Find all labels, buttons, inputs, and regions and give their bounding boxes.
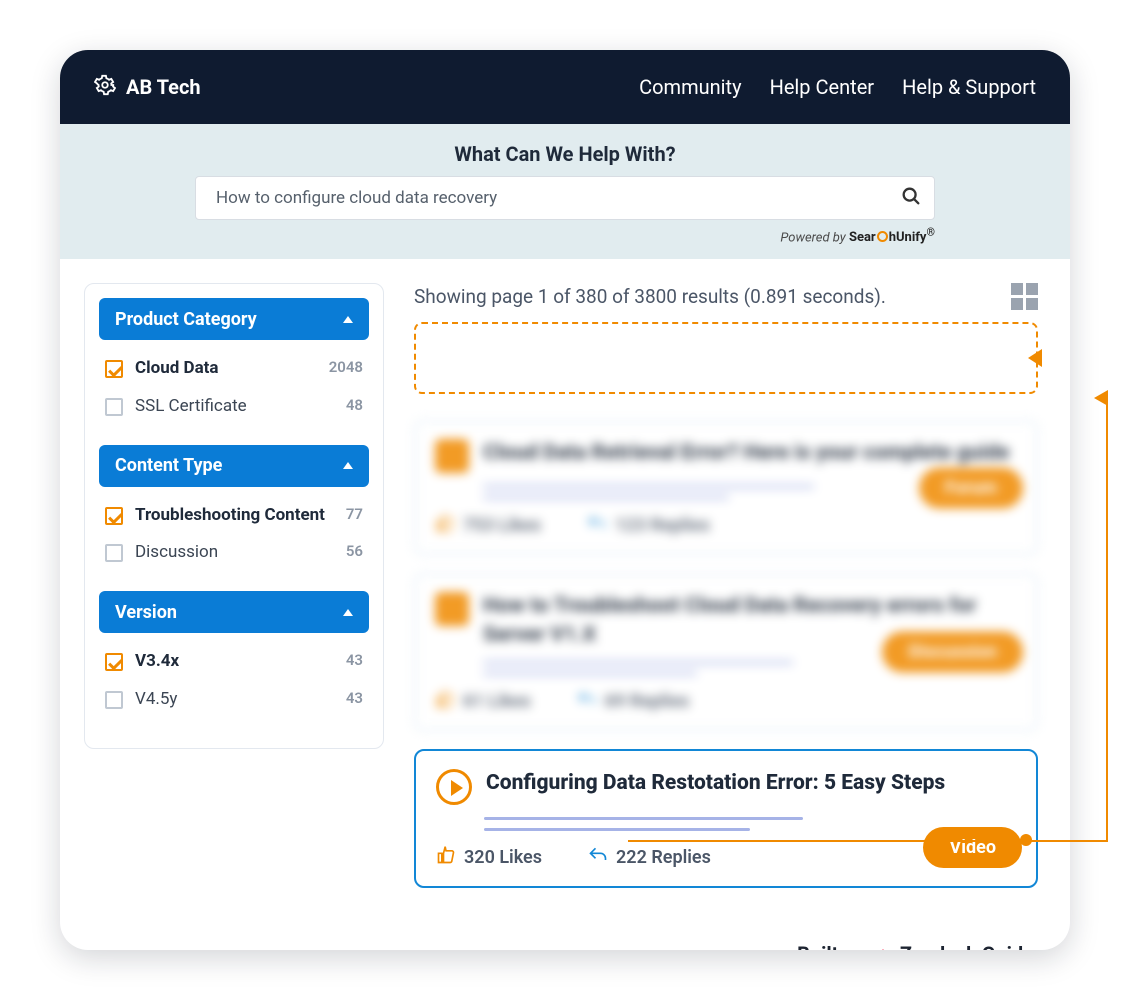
checkbox-icon[interactable] bbox=[105, 507, 123, 525]
result-card: Cloud Data Retrieval Error? Here is your… bbox=[414, 420, 1038, 555]
results-column: Showing page 1 of 380 of 3800 results (0… bbox=[414, 283, 1038, 906]
thumbs-up-icon bbox=[436, 845, 456, 870]
result-tag[interactable]: Video bbox=[923, 827, 1022, 868]
facet-title: Version bbox=[115, 602, 177, 623]
facet-item-ssl-certificate[interactable]: SSL Certificate 48 bbox=[103, 388, 365, 425]
facet-title: Content Type bbox=[115, 455, 222, 476]
brand-name: AB Tech bbox=[126, 75, 201, 99]
top-nav: Community Help Center Help & Support bbox=[639, 75, 1036, 99]
facet-count: 48 bbox=[346, 396, 363, 414]
checkbox-icon[interactable] bbox=[105, 691, 123, 709]
result-replies: 123 Replies bbox=[615, 515, 710, 536]
discussion-icon bbox=[435, 592, 469, 626]
search-input[interactable] bbox=[216, 188, 900, 208]
search-banner: What Can We Help With? Powered by SearhU… bbox=[60, 124, 1070, 259]
result-likes: 61 Likes bbox=[463, 691, 531, 712]
search-icon[interactable] bbox=[900, 185, 922, 211]
thumbs-up-icon bbox=[435, 689, 455, 714]
caret-up-icon bbox=[343, 609, 353, 616]
facet-label: V3.4x bbox=[135, 651, 334, 672]
facet-label: Cloud Data bbox=[135, 358, 317, 379]
facet-header-product-category[interactable]: Product Category bbox=[99, 298, 369, 340]
checkbox-icon[interactable] bbox=[105, 360, 123, 378]
reply-icon bbox=[588, 845, 608, 870]
result-likes: 320 Likes bbox=[464, 847, 542, 868]
result-tag: Discussion bbox=[882, 632, 1023, 673]
result-title: Cloud Data Retrieval Error? Here is your… bbox=[483, 439, 1009, 473]
facet-title: Product Category bbox=[115, 309, 257, 330]
caret-up-icon bbox=[343, 316, 353, 323]
arrow-left-icon bbox=[1094, 390, 1108, 406]
facets-panel: Product Category Cloud Data 2048 SSL Cer… bbox=[84, 283, 384, 749]
facet-count: 77 bbox=[346, 505, 363, 523]
grid-view-icon[interactable] bbox=[1011, 283, 1038, 310]
result-replies: 69 Replies bbox=[605, 691, 690, 712]
facet-label: SSL Certificate bbox=[135, 396, 334, 417]
reply-icon bbox=[577, 689, 597, 714]
arrow-left-icon bbox=[1028, 349, 1042, 367]
result-likes: 753 Likes bbox=[463, 515, 541, 536]
checkbox-icon[interactable] bbox=[105, 398, 123, 416]
facet-count: 56 bbox=[346, 542, 363, 560]
built-on: Built on Zendesk Guide bbox=[60, 926, 1070, 950]
connector-dot bbox=[1020, 834, 1032, 846]
checkbox-icon[interactable] bbox=[105, 544, 123, 562]
facet-item-v45y[interactable]: V4.5y 43 bbox=[103, 681, 365, 718]
result-title: How to Troubleshoot Cloud Data Recovery … bbox=[483, 592, 1017, 649]
connector-line bbox=[1106, 398, 1108, 842]
facet-count: 43 bbox=[346, 651, 363, 669]
searchunify-logo: SearhUnify® bbox=[849, 230, 935, 245]
facet-item-v34x[interactable]: V3.4x 43 bbox=[103, 643, 365, 680]
featured-placeholder bbox=[414, 322, 1038, 394]
facet-label: V4.5y bbox=[135, 689, 334, 710]
caret-up-icon bbox=[343, 462, 353, 469]
zendesk-icon bbox=[875, 949, 891, 950]
result-replies: 222 Replies bbox=[616, 847, 711, 868]
brand[interactable]: AB Tech bbox=[94, 74, 201, 101]
facet-item-troubleshooting[interactable]: Troubleshooting Content 77 bbox=[103, 497, 365, 534]
nav-help-support[interactable]: Help & Support bbox=[902, 75, 1036, 99]
reply-icon bbox=[587, 513, 607, 538]
facet-item-discussion[interactable]: Discussion 56 bbox=[103, 534, 365, 571]
powered-by: Powered by SearhUnify® bbox=[195, 226, 935, 245]
forum-icon bbox=[435, 439, 469, 473]
checkbox-icon[interactable] bbox=[105, 653, 123, 671]
thumbs-up-icon bbox=[435, 513, 455, 538]
facet-label: Discussion bbox=[135, 542, 334, 563]
search-box[interactable] bbox=[195, 176, 935, 220]
facet-header-version[interactable]: Version bbox=[99, 591, 369, 633]
nav-community[interactable]: Community bbox=[639, 75, 741, 99]
facet-count: 43 bbox=[346, 689, 363, 707]
play-icon bbox=[436, 769, 472, 805]
nav-help-center[interactable]: Help Center bbox=[770, 75, 875, 99]
result-card-video[interactable]: Configuring Data Restotation Error: 5 Ea… bbox=[414, 749, 1038, 888]
facet-count: 2048 bbox=[329, 358, 363, 376]
result-title: Configuring Data Restotation Error: 5 Ea… bbox=[486, 769, 945, 805]
result-tag: Forum bbox=[919, 467, 1023, 508]
banner-title: What Can We Help With? bbox=[60, 142, 1070, 166]
app-card: AB Tech Community Help Center Help & Sup… bbox=[60, 50, 1070, 950]
facet-item-cloud-data[interactable]: Cloud Data 2048 bbox=[103, 350, 365, 387]
facet-header-content-type[interactable]: Content Type bbox=[99, 445, 369, 487]
result-card: How to Troubleshoot Cloud Data Recovery … bbox=[414, 573, 1038, 731]
header-bar: AB Tech Community Help Center Help & Sup… bbox=[60, 50, 1070, 124]
gear-icon bbox=[94, 74, 116, 101]
facet-label: Troubleshooting Content bbox=[135, 505, 334, 526]
results-summary: Showing page 1 of 380 of 3800 results (0… bbox=[414, 285, 886, 308]
